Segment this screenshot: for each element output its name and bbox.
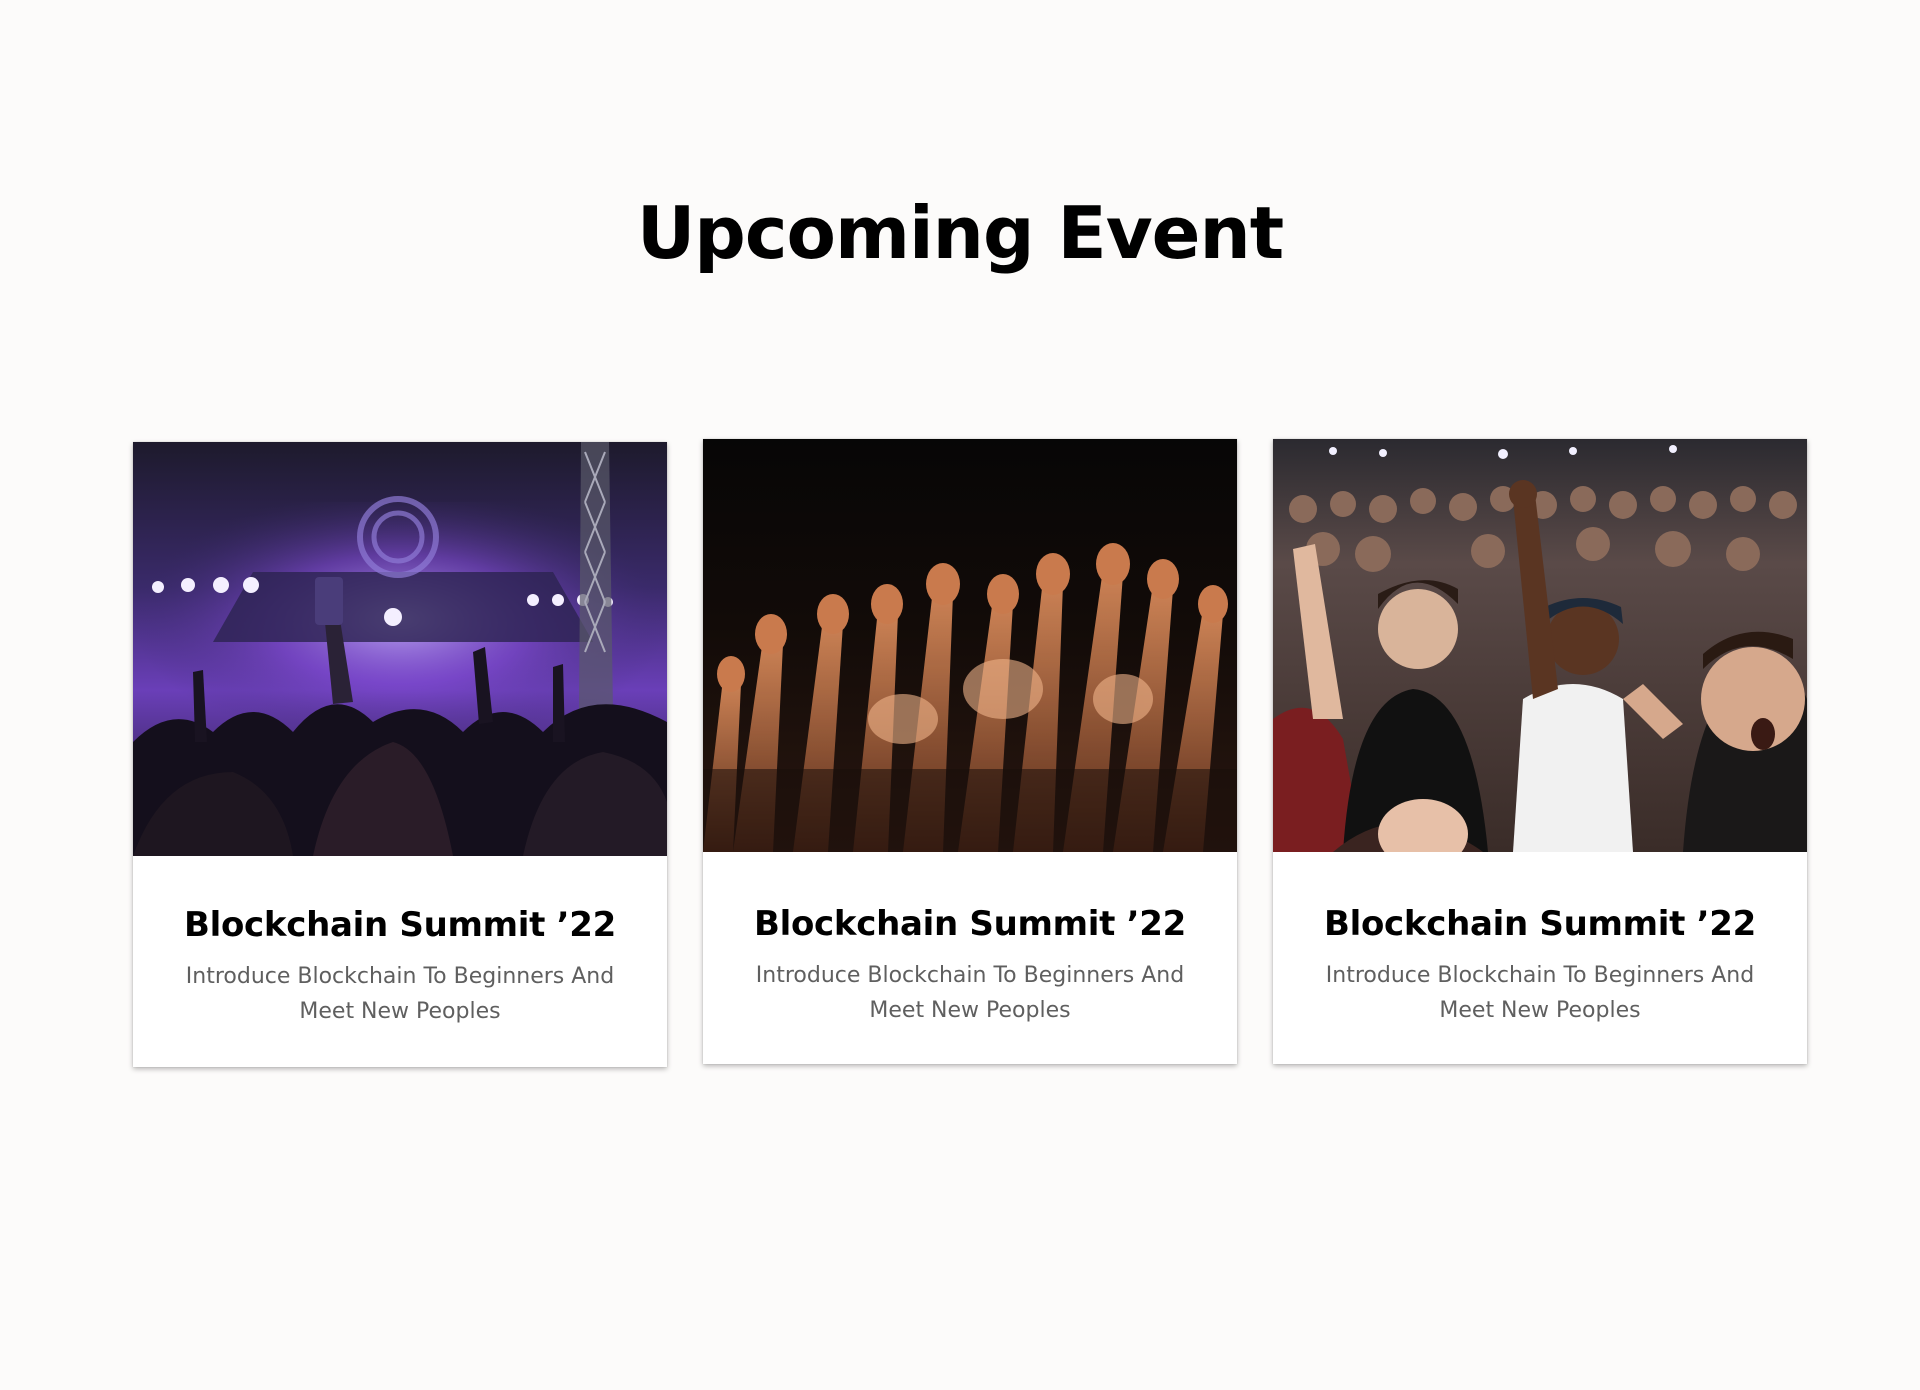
event-description: Introduce Blockchain To Beginners And Me… bbox=[185, 964, 615, 1024]
event-card[interactable]: Blockchain Summit ’22 Introduce Blockcha… bbox=[133, 442, 667, 1067]
section-title: Upcoming Event bbox=[636, 191, 1284, 275]
event-card[interactable]: Blockchain Summit ’22 Introduce Blockcha… bbox=[703, 439, 1237, 1064]
event-image-cheering-crowd bbox=[1273, 439, 1807, 852]
event-description: Introduce Blockchain To Beginners And Me… bbox=[755, 963, 1185, 1023]
event-title: Blockchain Summit ’22 bbox=[184, 905, 616, 945]
event-title: Blockchain Summit ’22 bbox=[1324, 904, 1756, 944]
event-description: Introduce Blockchain To Beginners And Me… bbox=[1325, 963, 1755, 1023]
event-image-raised-hands bbox=[703, 439, 1237, 852]
event-image-concert-stage bbox=[133, 442, 667, 856]
event-card[interactable]: Blockchain Summit ’22 Introduce Blockcha… bbox=[1273, 439, 1807, 1064]
event-title: Blockchain Summit ’22 bbox=[754, 904, 1186, 944]
